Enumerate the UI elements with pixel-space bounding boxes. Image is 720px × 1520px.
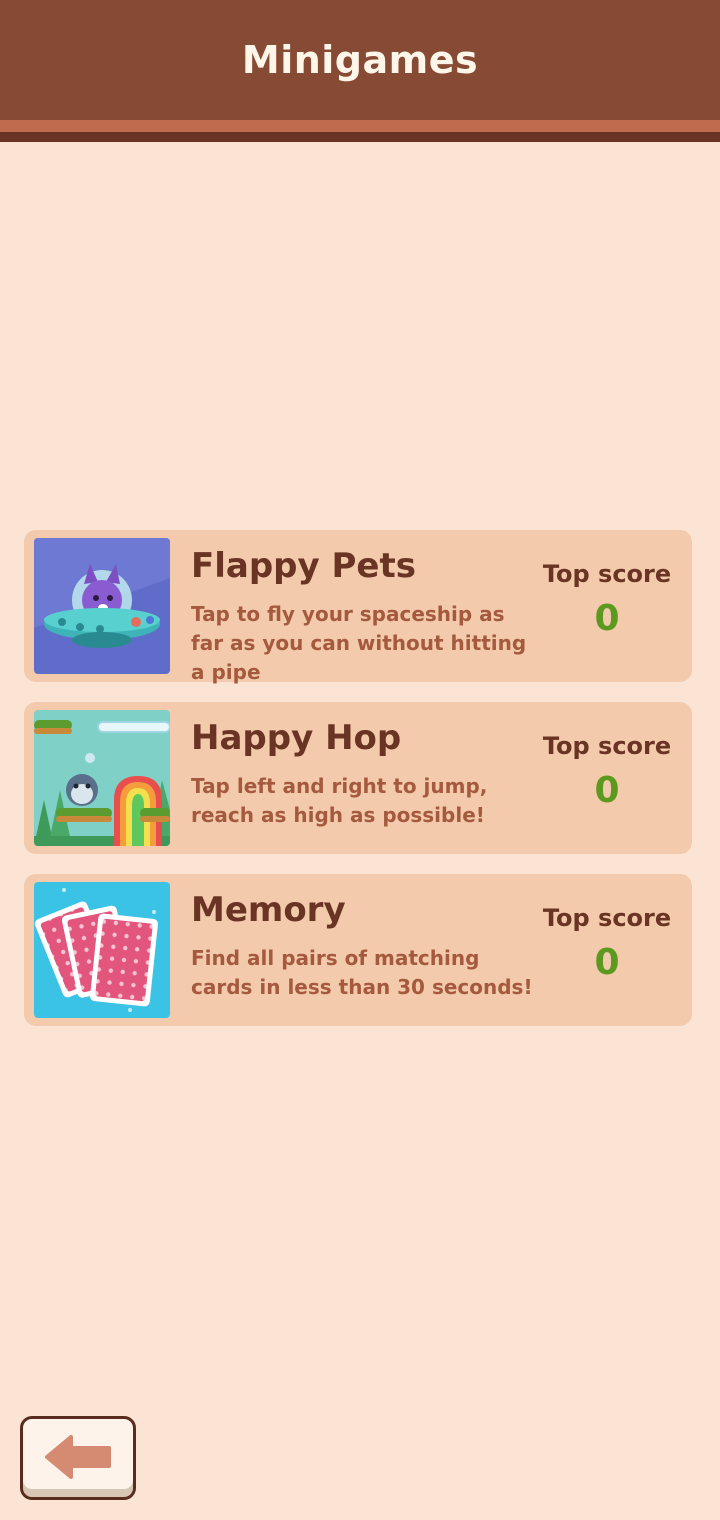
game-description: Tap to fly your spaceship as far as you … xyxy=(191,602,527,684)
header-bar: Minigames xyxy=(0,0,720,120)
game-card-memory[interactable]: Memory Find all pairs of matching cards … xyxy=(24,874,692,1026)
top-score-label: Top score xyxy=(542,560,672,588)
top-score-label: Top score xyxy=(542,732,672,760)
game-card-happy-hop[interactable]: Happy Hop Tap left and right to jump, re… xyxy=(24,702,692,854)
top-score-value: 0 xyxy=(594,598,620,639)
ufo-pet-icon xyxy=(34,538,170,674)
game-list: Flappy Pets Tap to fly your spaceship as… xyxy=(24,530,692,1046)
back-arrow-icon xyxy=(45,1435,111,1479)
top-score-value: 0 xyxy=(594,770,620,811)
cards-icon xyxy=(34,882,170,1018)
page-title: Minigames xyxy=(241,38,479,82)
game-title: Flappy Pets xyxy=(191,546,416,586)
header-stripe-shadow xyxy=(0,132,720,142)
game-description: Find all pairs of matching cards in less… xyxy=(191,946,533,999)
top-score-label: Top score xyxy=(542,904,672,932)
header-stripe xyxy=(0,120,720,132)
top-score-value: 0 xyxy=(594,942,620,983)
back-button[interactable] xyxy=(20,1416,136,1500)
game-description: Tap left and right to jump, reach as hig… xyxy=(191,774,488,827)
game-card-flappy-pets[interactable]: Flappy Pets Tap to fly your spaceship as… xyxy=(24,530,692,684)
game-title: Happy Hop xyxy=(191,718,402,758)
game-title: Memory xyxy=(191,890,346,930)
rainbow-jump-icon xyxy=(34,710,170,846)
